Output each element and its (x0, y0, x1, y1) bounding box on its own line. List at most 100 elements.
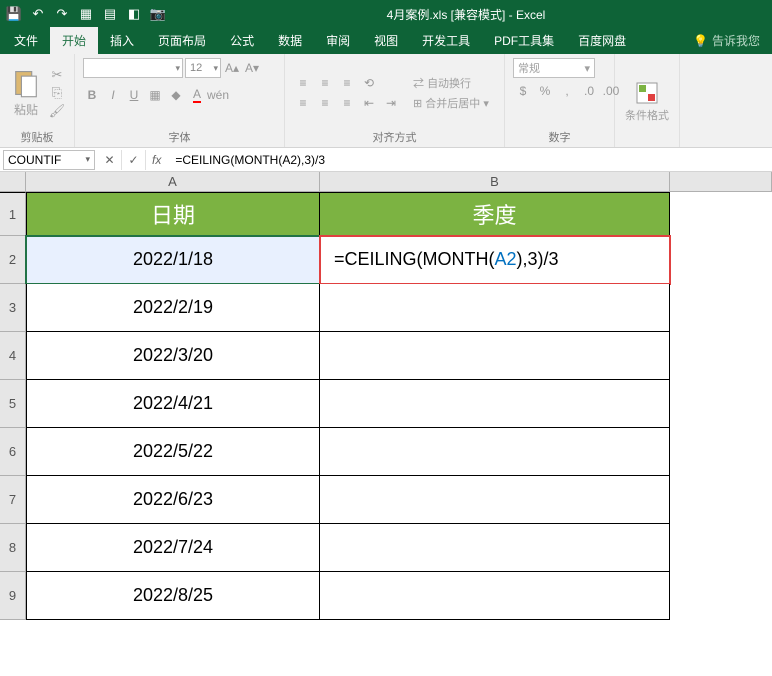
indent-dec-icon[interactable]: ⇤ (359, 94, 379, 112)
decimal-inc-icon[interactable]: .0 (579, 82, 599, 100)
tab-view[interactable]: 视图 (362, 27, 410, 54)
title-bar: 💾 ↶ ↷ ▦ ▤ ◧ 📷 4月案例.xls [兼容模式] - Excel (0, 0, 772, 28)
cell-b9[interactable] (320, 572, 670, 620)
tab-pdf[interactable]: PDF工具集 (482, 27, 566, 54)
cut-icon[interactable]: ✂ (48, 67, 66, 83)
qat-icon-6[interactable]: ◧ (126, 6, 142, 22)
cancel-button[interactable]: ✕ (98, 150, 122, 170)
row-header-6[interactable]: 6 (0, 428, 26, 476)
underline-button[interactable]: U (125, 86, 143, 104)
cell-a3[interactable]: 2022/2/19 (26, 284, 320, 332)
ribbon: 粘贴 ✂ ⎘ 🖌 剪贴板 12 A▴ A▾ B I U ▦ ◆ (0, 54, 772, 148)
font-name-combo[interactable] (83, 58, 183, 78)
tell-me-button[interactable]: 💡 告诉我您 (683, 27, 770, 54)
cell-a5[interactable]: 2022/4/21 (26, 380, 320, 428)
row-header-8[interactable]: 8 (0, 524, 26, 572)
cell-b2[interactable]: =CEILING(MONTH(A2),3)/3 (320, 236, 670, 284)
align-right-icon[interactable]: ≡ (337, 94, 357, 112)
row-header-5[interactable]: 5 (0, 380, 26, 428)
alignment-label: 对齐方式 (293, 127, 496, 145)
tab-developer[interactable]: 开发工具 (410, 27, 482, 54)
fx-icon[interactable]: fx (146, 153, 167, 167)
cell-b1[interactable]: 季度 (320, 192, 670, 236)
cell-a7[interactable]: 2022/6/23 (26, 476, 320, 524)
indent-inc-icon[interactable]: ⇥ (381, 94, 401, 112)
row-header-9[interactable]: 9 (0, 572, 26, 620)
save-icon[interactable]: 💾 (6, 6, 22, 22)
cell-a4[interactable]: 2022/3/20 (26, 332, 320, 380)
col-header-b[interactable]: B (320, 172, 670, 191)
lightbulb-icon: 💡 (693, 34, 708, 48)
sheet-area: A B 1 日期 季度 2 2022/1/18 =CEILING(MONTH(A… (0, 172, 772, 620)
copy-icon[interactable]: ⎘ (48, 85, 66, 101)
align-left-icon[interactable]: ≡ (293, 94, 313, 112)
tab-insert[interactable]: 插入 (98, 27, 146, 54)
cell-b6[interactable] (320, 428, 670, 476)
orientation-icon[interactable]: ⟲ (359, 74, 379, 92)
number-group: 常规▾ $ % , .0 .00 数字 (505, 54, 615, 147)
qat-icon-5[interactable]: ▤ (102, 6, 118, 22)
merge-center-button[interactable]: ⊞ 合并后居中 ▾ (413, 95, 489, 111)
format-painter-icon[interactable]: 🖌 (48, 103, 66, 119)
table-row: 9 2022/8/25 (0, 572, 772, 620)
row-header-7[interactable]: 7 (0, 476, 26, 524)
increase-font-icon[interactable]: A▴ (223, 59, 241, 77)
col-header-a[interactable]: A (26, 172, 320, 191)
tab-layout[interactable]: 页面布局 (146, 27, 218, 54)
table-row: 5 2022/4/21 (0, 380, 772, 428)
align-middle-icon[interactable]: ≡ (315, 74, 335, 92)
cell-a6[interactable]: 2022/5/22 (26, 428, 320, 476)
border-button[interactable]: ▦ (146, 86, 164, 104)
bold-button[interactable]: B (83, 86, 101, 104)
cell-b5[interactable] (320, 380, 670, 428)
cell-b4[interactable] (320, 332, 670, 380)
formula-input[interactable]: =CEILING(MONTH(A2),3)/3 (167, 148, 772, 171)
percent-icon[interactable]: % (535, 82, 555, 100)
row-header-4[interactable]: 4 (0, 332, 26, 380)
col-header-rest[interactable] (670, 172, 772, 191)
phonetic-button[interactable]: wén (209, 86, 227, 104)
cell-a1[interactable]: 日期 (26, 192, 320, 236)
conditional-format-button[interactable]: 条件格式 (623, 79, 671, 125)
align-bottom-icon[interactable]: ≡ (337, 74, 357, 92)
cell-b8[interactable] (320, 524, 670, 572)
font-color-button[interactable]: A (188, 86, 206, 104)
select-all-corner[interactable] (0, 172, 26, 191)
cell-a8[interactable]: 2022/7/24 (26, 524, 320, 572)
redo-icon[interactable]: ↷ (54, 6, 70, 22)
camera-icon[interactable]: 📷 (150, 6, 166, 22)
table-row: 3 2022/2/19 (0, 284, 772, 332)
tab-review[interactable]: 审阅 (314, 27, 362, 54)
align-center-icon[interactable]: ≡ (315, 94, 335, 112)
fill-color-button[interactable]: ◆ (167, 86, 185, 104)
font-group: 12 A▴ A▾ B I U ▦ ◆ A wén 字体 (75, 54, 285, 147)
name-box[interactable]: COUNTIF (3, 150, 95, 170)
italic-button[interactable]: I (104, 86, 122, 104)
undo-icon[interactable]: ↶ (30, 6, 46, 22)
clipboard-label: 剪贴板 (8, 127, 66, 145)
tab-baidu[interactable]: 百度网盘 (566, 27, 638, 54)
paste-button[interactable]: 粘贴 (8, 65, 44, 120)
table-row: 6 2022/5/22 (0, 428, 772, 476)
row-header-3[interactable]: 3 (0, 284, 26, 332)
decrease-font-icon[interactable]: A▾ (243, 59, 261, 77)
wrap-text-button[interactable]: ⇄ 自动换行 (413, 75, 489, 91)
qat-icon-4[interactable]: ▦ (78, 6, 94, 22)
tab-formulas[interactable]: 公式 (218, 27, 266, 54)
cell-b3[interactable] (320, 284, 670, 332)
tab-data[interactable]: 数据 (266, 27, 314, 54)
tab-file[interactable]: 文件 (2, 27, 50, 54)
cell-a2[interactable]: 2022/1/18 (26, 236, 320, 284)
cell-a9[interactable]: 2022/8/25 (26, 572, 320, 620)
comma-icon[interactable]: , (557, 82, 577, 100)
currency-icon[interactable]: $ (513, 82, 533, 100)
number-format-combo[interactable]: 常规▾ (513, 58, 595, 78)
row-header-1[interactable]: 1 (0, 192, 26, 236)
row-header-2[interactable]: 2 (0, 236, 26, 284)
cell-b7[interactable] (320, 476, 670, 524)
enter-button[interactable]: ✓ (122, 150, 146, 170)
align-top-icon[interactable]: ≡ (293, 74, 313, 92)
tab-home[interactable]: 开始 (50, 27, 98, 54)
font-size-combo[interactable]: 12 (185, 58, 221, 78)
column-headers: A B (0, 172, 772, 192)
